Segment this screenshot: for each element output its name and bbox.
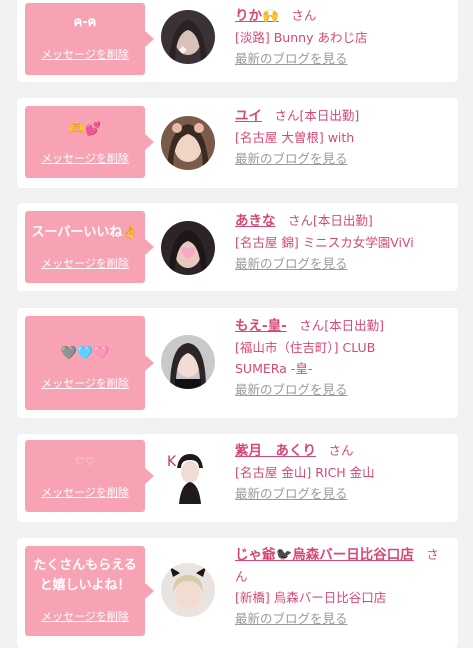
honorific: さん (299, 318, 325, 333)
shop-name: [淡路] Bunny あわじ店 (235, 30, 368, 45)
message-text: ฅ-ฅ (73, 15, 97, 30)
message-text: 🫶💕 (68, 122, 102, 137)
message-bubble: 🫶💕 メッセージを削除 (25, 106, 154, 178)
avatar[interactable] (161, 10, 215, 64)
message-text: 🩶🩵🩷 (60, 346, 110, 361)
message-card: ♡♡ メッセージを削除 K 紫月 あくり さん [名古屋 金山] RICH 金山… (17, 434, 458, 522)
shop-name: [名古屋 錦] ミニスカ女学園ViVi (235, 235, 414, 250)
blog-link[interactable]: 最新のブログを見る (235, 51, 348, 66)
profile-name[interactable]: じゃ爺🐦‍⬛烏森バー日比谷口店 (235, 547, 414, 563)
message-bubble: ♡♡ メッセージを削除 (25, 440, 154, 512)
profile-info: もえ-皇- さん[本日出勤] [福山市（住吉町）] CLUB SUMERa -皇… (235, 315, 454, 400)
delete-message-link[interactable]: メッセージを削除 (25, 484, 145, 500)
message-card: 🩶🩵🩷 メッセージを削除 もえ-皇- さん[本日出勤] [福山市（住吉町）] C… (17, 308, 458, 418)
message-card: たくさんもらえる と嬉しいよね！ メッセージを削除 じゃ爺🐦‍⬛烏森バー日比谷口… (17, 538, 458, 648)
shop-name-line1: [福山市（住吉町）] CLUB (235, 340, 376, 355)
svg-text:K: K (167, 454, 177, 470)
profile-name[interactable]: 紫月 あくり (235, 443, 316, 459)
message-bubble: ฅ-ฅ メッセージを削除 (25, 3, 154, 75)
message-bubble: 🩶🩵🩷 メッセージを削除 (25, 316, 154, 410)
profile-info: あきな さん[本日出勤] [名古屋 錦] ミニスカ女学園ViVi 最新のブログを… (235, 210, 454, 274)
profile-info: りか🙌 さん [淡路] Bunny あわじ店 最新のブログを見る (235, 5, 454, 69)
honorific: さ (426, 547, 439, 562)
delete-message-link[interactable]: メッセージを削除 (25, 46, 145, 62)
blog-link[interactable]: 最新のブログを見る (235, 486, 348, 501)
delete-message-link[interactable]: メッセージを削除 (25, 608, 145, 624)
blog-link[interactable]: 最新のブログを見る (235, 151, 348, 166)
profile-info: ユイ さん[本日出勤] [名古屋 大曽根] with 最新のブログを見る (235, 105, 454, 169)
shop-name: [名古屋 大曽根] with (235, 130, 355, 145)
work-status: [本日出勤] (313, 213, 373, 228)
message-text: ♡♡ (75, 455, 95, 468)
profile-name[interactable]: もえ-皇- (235, 318, 287, 334)
message-bubble: たくさんもらえる と嬉しいよね！ メッセージを削除 (25, 546, 154, 636)
profile-info: 紫月 あくり さん [名古屋 金山] RICH 金山 最新のブログを見る (235, 440, 454, 504)
profile-info: じゃ爺🐦‍⬛烏森バー日比谷口店 さ ん [新橋] 烏森バー日比谷口店 最新のブロ… (235, 544, 454, 629)
blog-link[interactable]: 最新のブログを見る (235, 611, 348, 626)
profile-name[interactable]: あきな (235, 213, 276, 229)
honorific: さん (274, 108, 300, 123)
blog-link[interactable]: 最新のブログを見る (235, 382, 348, 397)
message-card: 🫶💕 メッセージを削除 ユイ さん[本日出勤] [名古屋 大曽根] with 最… (17, 98, 458, 188)
delete-message-link[interactable]: メッセージを削除 (25, 255, 145, 271)
avatar[interactable]: K (161, 448, 215, 504)
shop-name-line2: SUMERa -皇- (235, 361, 313, 376)
honorific: さん (291, 8, 317, 23)
profile-name[interactable]: りか🙌 (235, 8, 279, 24)
honorific: さん (328, 443, 354, 458)
delete-message-link[interactable]: メッセージを削除 (25, 375, 145, 391)
avatar[interactable] (161, 563, 215, 617)
message-text: スーパーいいね👌 (31, 225, 139, 240)
profile-name[interactable]: ユイ (235, 108, 262, 124)
message-bubble: スーパーいいね👌 メッセージを削除 (25, 211, 154, 283)
message-text-line2: と嬉しいよね！ (39, 578, 131, 593)
delete-message-link[interactable]: メッセージを削除 (25, 150, 145, 166)
avatar[interactable] (161, 116, 215, 170)
honorific-wrap: ん (235, 569, 248, 584)
message-card: ฅ-ฅ メッセージを削除 りか🙌 さん [淡路] Bunny あわじ店 最新のブ… (17, 0, 458, 82)
avatar[interactable] (161, 221, 215, 275)
avatar[interactable] (161, 335, 215, 389)
shop-name: [新橋] 烏森バー日比谷口店 (235, 590, 387, 605)
work-status: [本日出勤] (324, 318, 385, 333)
blog-link[interactable]: 最新のブログを見る (235, 256, 348, 271)
honorific: さん (288, 213, 314, 228)
message-card: スーパーいいね👌 メッセージを削除 あきな さん[本日出勤] [名古屋 錦] ミ… (17, 203, 458, 291)
work-status: [本日出勤] (299, 108, 360, 123)
message-text-line1: たくさんもらえる (33, 558, 137, 573)
shop-name: [名古屋 金山] RICH 金山 (235, 465, 375, 480)
